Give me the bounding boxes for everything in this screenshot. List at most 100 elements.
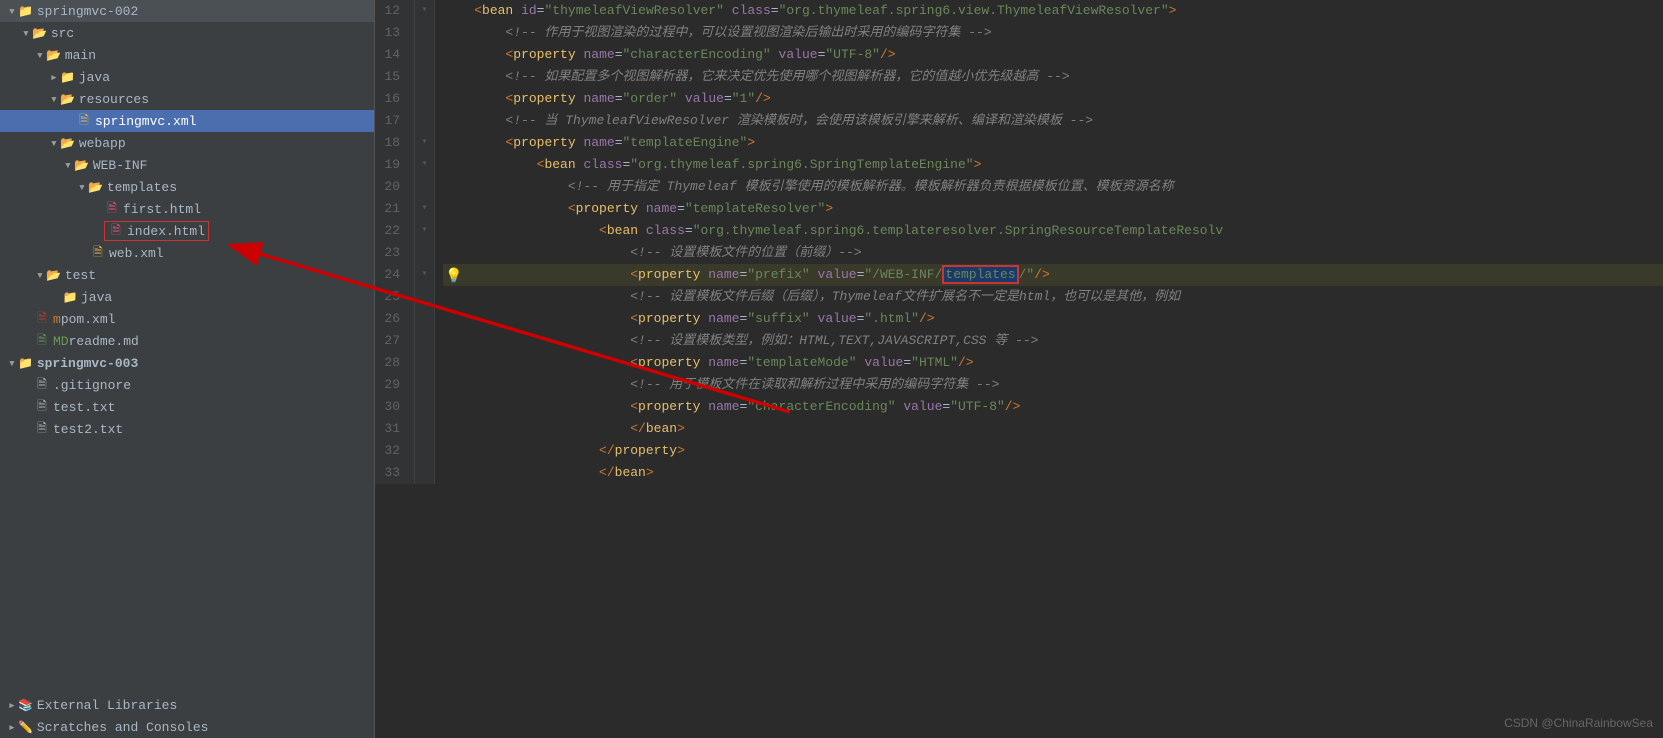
code-line-27: <!-- 设置模板类型，例如：HTML,TEXT,JAVASCRIPT,CSS … [443, 330, 1663, 352]
tree-item-index-html[interactable]: 🗎 index.html [0, 220, 374, 242]
tree-item-pom-xml[interactable]: 🗎 m pom.xml [0, 308, 374, 330]
tree-label: src [51, 26, 74, 41]
folder-icon: 📁 [60, 69, 76, 85]
line-num-25: 25 [375, 286, 406, 308]
scratch-icon: ✏️ [18, 719, 34, 735]
line-num-12: 12 [375, 0, 406, 22]
tree-item-main[interactable]: 📂 main [0, 44, 374, 66]
tree-item-src[interactable]: 📂 src [0, 22, 374, 44]
tree-item-test2-txt[interactable]: 🗎 test2.txt [0, 418, 374, 440]
tree-label: springmvc-003 [37, 356, 138, 371]
folder-icon: 📂 [46, 267, 62, 283]
tree-label: first.html [123, 202, 201, 217]
code-content: <bean id="thymeleafViewResolver" class="… [435, 0, 1663, 484]
tree-item-test[interactable]: 📂 test [0, 264, 374, 286]
chevron-icon [8, 720, 18, 735]
code-line-21: <property name="templateResolver"> [443, 198, 1663, 220]
tree-label: webapp [79, 136, 126, 151]
html-file-icon: 🗎 [108, 223, 124, 239]
line-num-28: 28 [375, 352, 406, 374]
tree-item-gitignore[interactable]: 🗎 .gitignore [0, 374, 374, 396]
code-line-13: <!-- 作用于视图渲染的过程中，可以设置视图渲染后输出时采用的编码字符集 --… [443, 22, 1663, 44]
tree-label: templates [107, 180, 177, 195]
file-tree[interactable]: 📁 springmvc-002 📂 src 📂 main 📁 java 📂 re… [0, 0, 375, 738]
chevron-icon [36, 268, 46, 283]
code-editor: 12 13 14 15 16 17 18 19 20 21 22 23 24 2… [375, 0, 1663, 738]
code-line-28: <property name="templateMode" value="HTM… [443, 352, 1663, 374]
line-num-21: 21 [375, 198, 406, 220]
code-line-29: <!-- 用于模板文件在读取和解析过程中采用的编码字符集 --> [443, 374, 1663, 396]
chevron-icon [8, 356, 18, 371]
line-num-26: 26 [375, 308, 406, 330]
chevron-icon [78, 180, 88, 195]
tree-item-external-libraries[interactable]: 📚 External Libraries [0, 694, 374, 716]
folder-icon: 📂 [74, 157, 90, 173]
tree-item-readme[interactable]: 🗎 MD readme.md [0, 330, 374, 352]
tree-item-springmvc-003[interactable]: 📁 springmvc-003 [0, 352, 374, 374]
code-line-12: <bean id="thymeleafViewResolver" class="… [443, 0, 1663, 22]
tree-item-springmvc-xml[interactable]: 🗎 springmvc.xml [0, 110, 374, 132]
line-num-27: 27 [375, 330, 406, 352]
line-num-20: 20 [375, 176, 406, 198]
tree-label: External Libraries [37, 698, 177, 713]
file-icon: 🗎 [34, 399, 50, 415]
bulb-icon: 💡 [445, 266, 462, 288]
code-line-22: <bean class="org.thymeleaf.spring6.templ… [443, 220, 1663, 242]
code-line-32: </property> [443, 440, 1663, 462]
code-line-23: <!-- 设置模板文件的位置（前缀）--> [443, 242, 1663, 264]
tree-item-resources[interactable]: 📂 resources [0, 88, 374, 110]
code-line-17: <!-- 当 ThymeleafViewResolver 渲染模板时，会使用该模… [443, 110, 1663, 132]
tree-label: resources [79, 92, 149, 107]
code-line-14: <property name="characterEncoding" value… [443, 44, 1663, 66]
library-icon: 📚 [18, 697, 34, 713]
code-line-15: <!-- 如果配置多个视图解析器，它来决定优先使用哪个视图解析器，它的值越小优先… [443, 66, 1663, 88]
tree-label: .gitignore [53, 378, 131, 393]
code-line-30: <property name="characterEncoding" value… [443, 396, 1663, 418]
folder-icon: 📂 [60, 135, 76, 151]
folder-icon: 📂 [46, 47, 62, 63]
line-num-18: 18 [375, 132, 406, 154]
code-line-33: </bean> [443, 462, 1663, 484]
tree-item-first-html[interactable]: 🗎 first.html [0, 198, 374, 220]
tree-item-webapp[interactable]: 📂 webapp [0, 132, 374, 154]
tree-item-templates[interactable]: 📂 templates [0, 176, 374, 198]
file-icon: 🗎 [34, 421, 50, 437]
chevron-icon [50, 70, 60, 85]
tree-item-java[interactable]: 📁 java [0, 66, 374, 88]
line-num-32: 32 [375, 440, 406, 462]
line-num-33: 33 [375, 462, 406, 484]
index-html-redbox: 🗎 index.html [104, 221, 209, 241]
folder-icon: 📁 [62, 289, 78, 305]
md-file-icon: 🗎 [34, 333, 50, 349]
chevron-icon [64, 158, 74, 173]
tree-item-springmvc-002[interactable]: 📁 springmvc-002 [0, 0, 374, 22]
code-line-26: <property name="suffix" value=".html"/> [443, 308, 1663, 330]
line-num-29: 29 [375, 374, 406, 396]
line-num-19: 19 [375, 154, 406, 176]
tree-label: java [81, 290, 112, 305]
chevron-icon [36, 48, 46, 63]
tree-label: web.xml [109, 246, 164, 261]
tree-item-java2[interactable]: 📁 java [0, 286, 374, 308]
chevron-icon [22, 26, 32, 41]
line-num-14: 14 [375, 44, 406, 66]
code-line-25: <!-- 设置模板文件后缀（后缀），Thymeleaf文件扩展名不一定是html… [443, 286, 1663, 308]
tree-label: test2.txt [53, 422, 123, 437]
code-line-31: </bean> [443, 418, 1663, 440]
line-num-17: 17 [375, 110, 406, 132]
tree-item-web-xml[interactable]: 🗎 web.xml [0, 242, 374, 264]
line-num-13: 13 [375, 22, 406, 44]
tree-item-scratches[interactable]: ✏️ Scratches and Consoles [0, 716, 374, 738]
code-line-24: 💡 <property name="prefix" value="/WEB-IN… [443, 264, 1663, 286]
tree-label: m [53, 312, 61, 327]
tree-item-webinf[interactable]: 📂 WEB-INF [0, 154, 374, 176]
tree-label: MD [53, 334, 69, 349]
xml-file-icon: 🗎 [76, 113, 92, 129]
folder-icon: 📂 [88, 179, 104, 195]
tree-label: java [79, 70, 110, 85]
xml-file-icon: 🗎 [90, 245, 106, 261]
line-num-31: 31 [375, 418, 406, 440]
code-line-20: <!-- 用于指定 Thymeleaf 模板引擎使用的模板解析器。模板解析器负责… [443, 176, 1663, 198]
tree-label: main [65, 48, 96, 63]
tree-item-test-txt[interactable]: 🗎 test.txt [0, 396, 374, 418]
